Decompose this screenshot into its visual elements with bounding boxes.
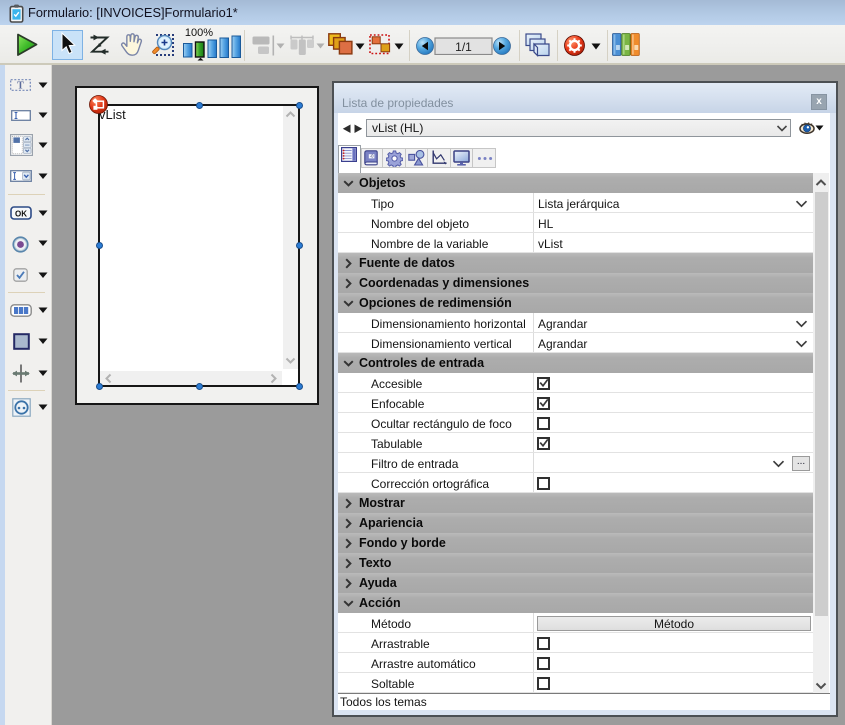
svg-text:T: T	[17, 81, 24, 91]
svg-text:-0: -0	[370, 153, 374, 158]
svg-text:OK: OK	[15, 209, 27, 218]
